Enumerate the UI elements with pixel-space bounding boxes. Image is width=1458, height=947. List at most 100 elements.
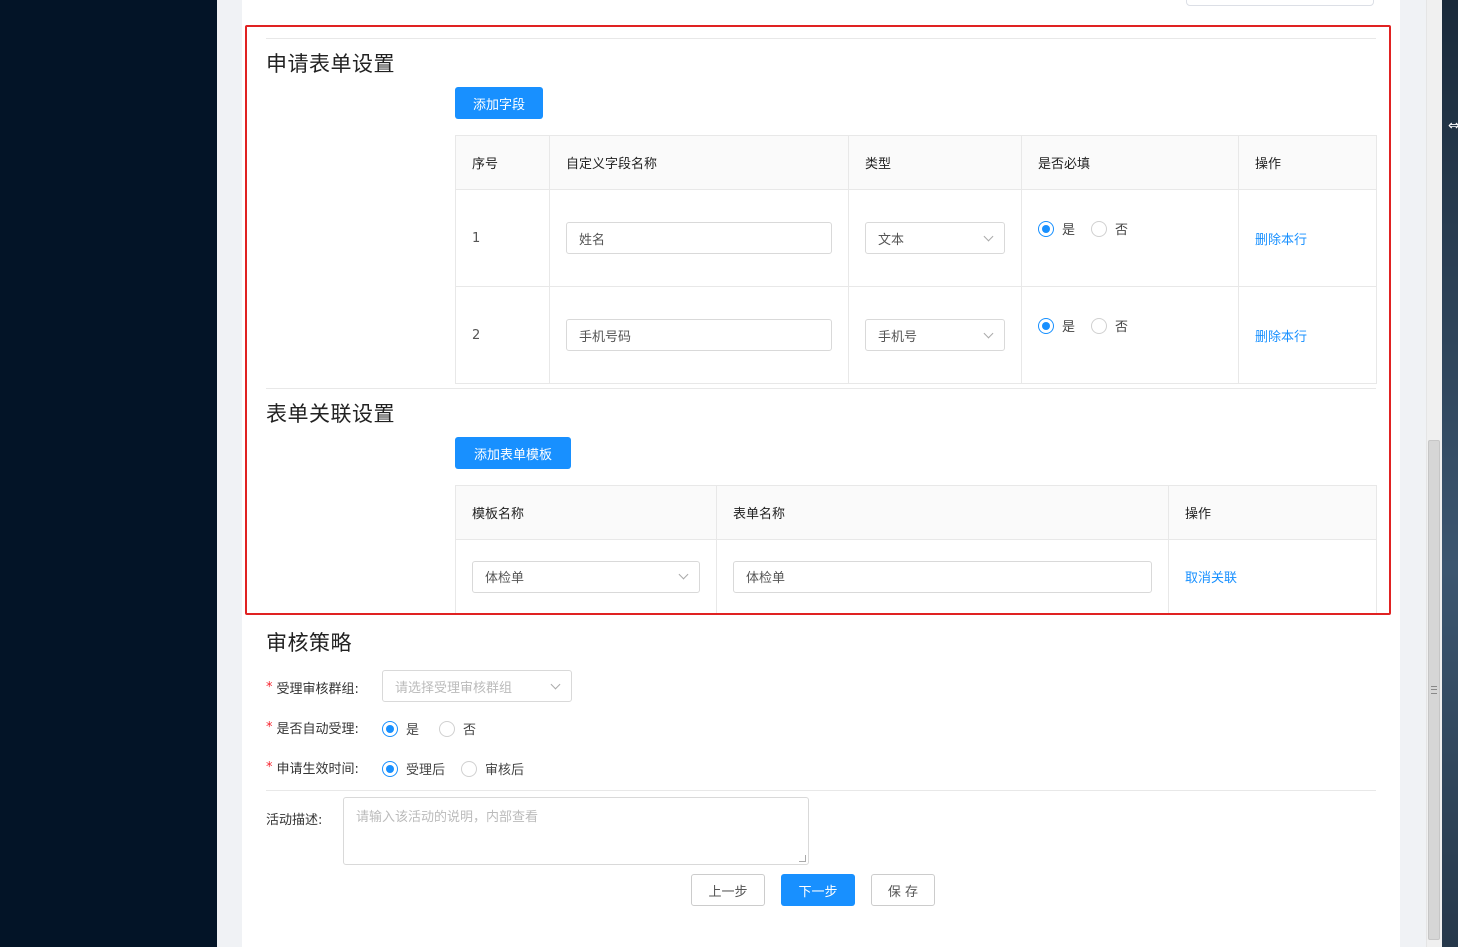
- column-header-template-name: 模板名称: [455, 485, 717, 540]
- type-select-value: 文本: [878, 232, 905, 248]
- row-index: 1: [455, 189, 550, 287]
- required-no-radio[interactable]: 否: [1091, 316, 1128, 335]
- template-name-cell: 体检单: [455, 539, 717, 614]
- content-right-gutter: [1400, 0, 1426, 947]
- resize-cursor-icon: ⇔: [1448, 118, 1458, 134]
- delete-row-link[interactable]: 删除本行: [1255, 330, 1307, 345]
- required-no-radio[interactable]: 否: [1091, 219, 1128, 238]
- content-gutter: [217, 0, 242, 947]
- required-cell: 是 否: [1021, 286, 1239, 384]
- required-radio-group: 是 否: [1038, 316, 1222, 335]
- radio-label: 受理后: [406, 763, 446, 778]
- radio-checked-icon: [382, 760, 398, 777]
- section-title-form-link: 表单关联设置: [266, 402, 395, 426]
- delete-row-link[interactable]: 删除本行: [1255, 233, 1307, 248]
- section-title-form-settings: 申请表单设置: [266, 52, 395, 76]
- column-header-field-name: 自定义字段名称: [549, 135, 849, 190]
- divider: [266, 790, 1376, 791]
- divider: [266, 388, 1376, 389]
- column-header-required: 是否必填: [1021, 135, 1239, 190]
- label-text: 申请生效时间:: [276, 761, 359, 777]
- review-group-placeholder: 请选择受理审核群组: [395, 680, 513, 696]
- prev-step-button[interactable]: 上一步: [691, 874, 765, 906]
- chevron-down-icon: [678, 569, 689, 580]
- effective-time-radio-group: 受理后 审核后: [382, 759, 540, 778]
- field-name-cell: 手机号码: [549, 286, 849, 384]
- radio-label: 审核后: [485, 763, 525, 778]
- app-sidebar: [0, 0, 217, 947]
- radio-unchecked-icon: [439, 720, 456, 737]
- add-template-button[interactable]: 添加表单模板: [455, 437, 571, 469]
- description-textarea[interactable]: 请输入该活动的说明，内部查看: [343, 797, 809, 865]
- auto-accept-label: * 是否自动受理:: [266, 717, 359, 737]
- divider: [266, 38, 1376, 39]
- scrollbar-grip-icon: [1431, 686, 1437, 694]
- unlink-link[interactable]: 取消关联: [1185, 571, 1237, 586]
- action-cell: 取消关联: [1168, 539, 1377, 614]
- label-text: 是否自动受理:: [276, 721, 359, 737]
- field-name-input[interactable]: 姓名: [566, 222, 832, 254]
- auto-accept-radio-group: 是 否: [382, 719, 492, 738]
- column-header-form-name: 表单名称: [716, 485, 1169, 540]
- effective-after-accept-radio[interactable]: 受理后: [382, 759, 445, 778]
- type-select-value: 手机号: [878, 329, 918, 345]
- required-yes-radio[interactable]: 是: [1038, 219, 1075, 238]
- review-group-select[interactable]: 请选择受理审核群组: [382, 670, 572, 702]
- chevron-down-icon: [550, 679, 561, 689]
- description-label: 活动描述:: [266, 812, 323, 828]
- action-cell: 删除本行: [1238, 189, 1377, 287]
- column-header-action: 操作: [1168, 485, 1377, 540]
- required-radio-group: 是 否: [1038, 219, 1222, 238]
- effective-time-label: * 申请生效时间:: [266, 757, 359, 777]
- description-placeholder: 请输入该活动的说明，内部查看: [356, 810, 539, 825]
- table-row: 2 手机号码 手机号 是 否 删除本行: [455, 286, 1377, 384]
- required-mark: *: [266, 719, 273, 735]
- type-cell: 手机号: [848, 286, 1022, 384]
- required-mark: *: [266, 679, 273, 695]
- template-select-value: 体检单: [485, 571, 525, 586]
- table-row: 1 姓名 文本 是 否 删除本行: [455, 189, 1377, 287]
- auto-accept-yes-radio[interactable]: 是: [382, 719, 419, 738]
- column-header-index: 序号: [455, 135, 550, 190]
- resize-handle-icon[interactable]: [799, 855, 806, 862]
- radio-label: 否: [463, 723, 477, 738]
- required-cell: 是 否: [1021, 189, 1239, 287]
- template-table: 模板名称 表单名称 操作 体检单 体检单 取消关联: [455, 485, 1377, 614]
- required-mark: *: [266, 759, 273, 775]
- field-table: 序号 自定义字段名称 类型 是否必填 操作 1 姓名 文本 是 否 删除本行 2…: [455, 135, 1377, 384]
- column-header-action: 操作: [1238, 135, 1377, 190]
- radio-label: 是: [1062, 223, 1076, 238]
- type-cell: 文本: [848, 189, 1022, 287]
- template-select[interactable]: 体检单: [472, 560, 700, 593]
- effective-after-review-radio[interactable]: 审核后: [461, 759, 524, 778]
- next-step-button[interactable]: 下一步: [781, 874, 855, 906]
- add-field-button[interactable]: 添加字段: [455, 87, 543, 119]
- radio-unchecked-icon: [461, 760, 478, 777]
- form-name-input[interactable]: 体检单: [733, 560, 1152, 593]
- field-name-input[interactable]: 手机号码: [566, 319, 832, 351]
- radio-checked-icon: [1038, 317, 1054, 334]
- radio-label: 是: [406, 723, 420, 738]
- column-header-type: 类型: [848, 135, 1022, 190]
- label-text: 受理审核群组:: [276, 681, 359, 697]
- required-yes-radio[interactable]: 是: [1038, 316, 1075, 335]
- radio-unchecked-icon: [1091, 220, 1108, 237]
- table-header-row: 序号 自定义字段名称 类型 是否必填 操作: [455, 135, 1377, 190]
- form-name-cell: 体检单: [716, 539, 1169, 614]
- radio-checked-icon: [1038, 220, 1054, 237]
- chevron-down-icon: [983, 231, 994, 241]
- save-button[interactable]: 保 存: [871, 874, 935, 906]
- table-row: 体检单 体检单 取消关联: [455, 539, 1377, 614]
- radio-label: 否: [1115, 223, 1129, 238]
- radio-label: 是: [1062, 320, 1076, 335]
- field-name-cell: 姓名: [549, 189, 849, 287]
- auto-accept-no-radio[interactable]: 否: [439, 719, 476, 738]
- chevron-down-icon: [983, 328, 994, 338]
- table-header-row: 模板名称 表单名称 操作: [455, 485, 1377, 540]
- radio-label: 否: [1115, 320, 1129, 335]
- type-select[interactable]: 手机号: [865, 319, 1005, 351]
- desktop-edge: [1442, 0, 1458, 947]
- review-group-label: * 受理审核群组:: [266, 677, 359, 697]
- truncated-input-top[interactable]: [1186, 0, 1374, 6]
- type-select[interactable]: 文本: [865, 222, 1005, 254]
